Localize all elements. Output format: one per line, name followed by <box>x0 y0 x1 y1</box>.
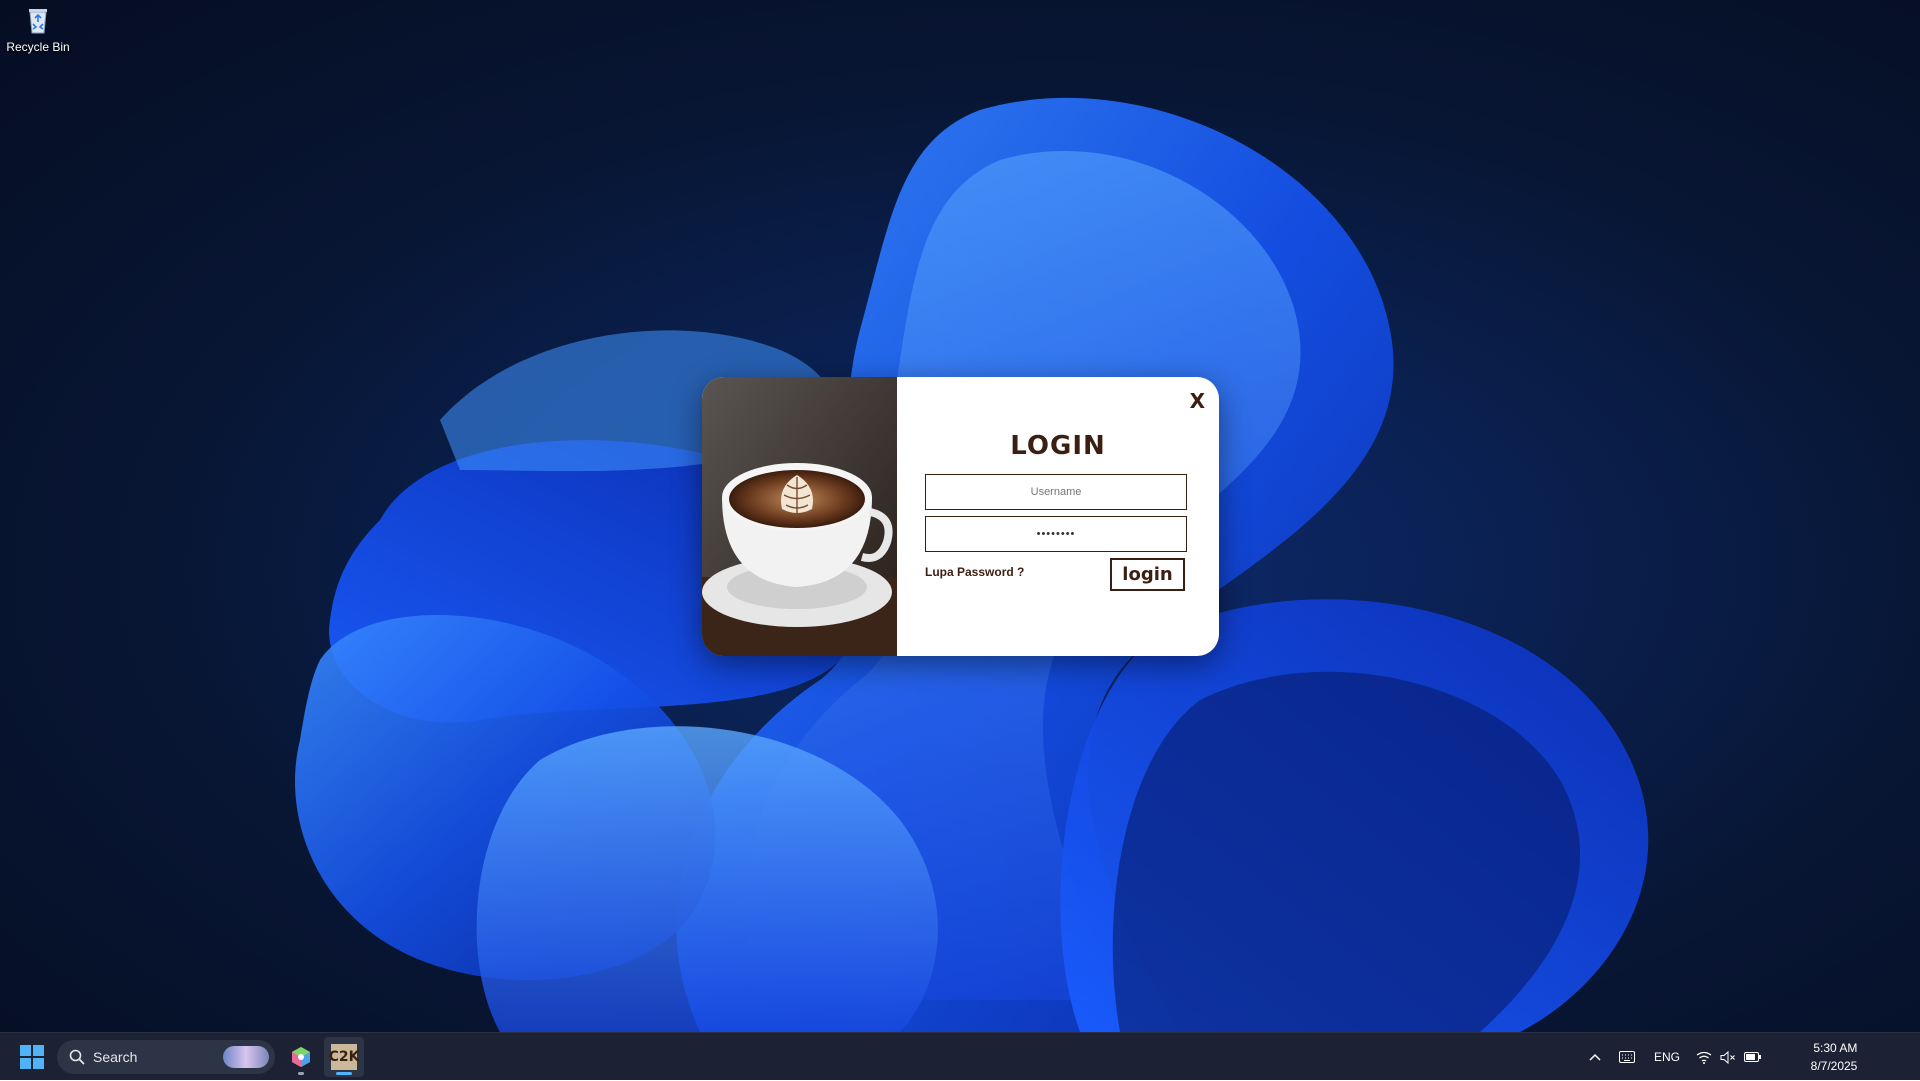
desktop-icon-label: Recycle Bin <box>6 40 70 54</box>
taskbar-search-box[interactable]: Search <box>57 1040 275 1074</box>
login-form: X LOGIN Lupa Password ? login <box>897 377 1219 656</box>
login-button[interactable]: login <box>1110 558 1185 591</box>
c2k-app-icon: C2K <box>329 1044 359 1070</box>
close-button[interactable]: X <box>1190 389 1205 413</box>
box-app-icon <box>292 1047 310 1067</box>
app-active-indicator <box>336 1072 352 1075</box>
latte-art-image <box>702 377 897 656</box>
clock-time: 5:30 AM <box>1813 1041 1858 1055</box>
system-tray: ENG 5:30 AM 8/7/2025 <box>1580 1033 1920 1081</box>
app-running-indicator <box>298 1072 304 1075</box>
forgot-password-link[interactable]: Lupa Password ? <box>925 565 1024 579</box>
taskbar-app-box[interactable] <box>281 1037 321 1077</box>
speaker-muted-icon[interactable] <box>1716 1033 1740 1081</box>
search-highlight-image <box>223 1046 269 1068</box>
password-input[interactable] <box>925 516 1187 552</box>
recycle-bin-icon <box>29 9 47 34</box>
desktop-icon-recycle-bin[interactable]: Recycle Bin <box>4 4 72 62</box>
clock[interactable]: 5:30 AM 8/7/2025 <box>1780 1033 1888 1081</box>
clock-date: 8/7/2025 <box>1810 1059 1858 1073</box>
login-window: X LOGIN Lupa Password ? login <box>702 377 1219 656</box>
search-placeholder: Search <box>93 1049 138 1065</box>
keyboard-icon[interactable] <box>1610 1033 1644 1081</box>
wifi-icon[interactable] <box>1692 1033 1716 1081</box>
taskbar-app-c2k[interactable]: C2K <box>324 1037 364 1077</box>
battery-icon[interactable] <box>1740 1033 1766 1081</box>
coffee-photo <box>702 377 897 656</box>
taskbar: Search C2K ENG 5:30 AM 8/7/2025 <box>0 1032 1920 1080</box>
desktop: Recycle Bin X LOGIN Username •••••••• Lu… <box>0 0 1920 1032</box>
username-input[interactable] <box>925 474 1187 510</box>
language-indicator[interactable]: ENG <box>1648 1033 1686 1081</box>
chevron-up-icon[interactable] <box>1580 1033 1610 1081</box>
windows-start-icon[interactable] <box>20 1045 44 1069</box>
search-icon <box>69 1049 85 1065</box>
login-title: LOGIN <box>1010 431 1106 461</box>
